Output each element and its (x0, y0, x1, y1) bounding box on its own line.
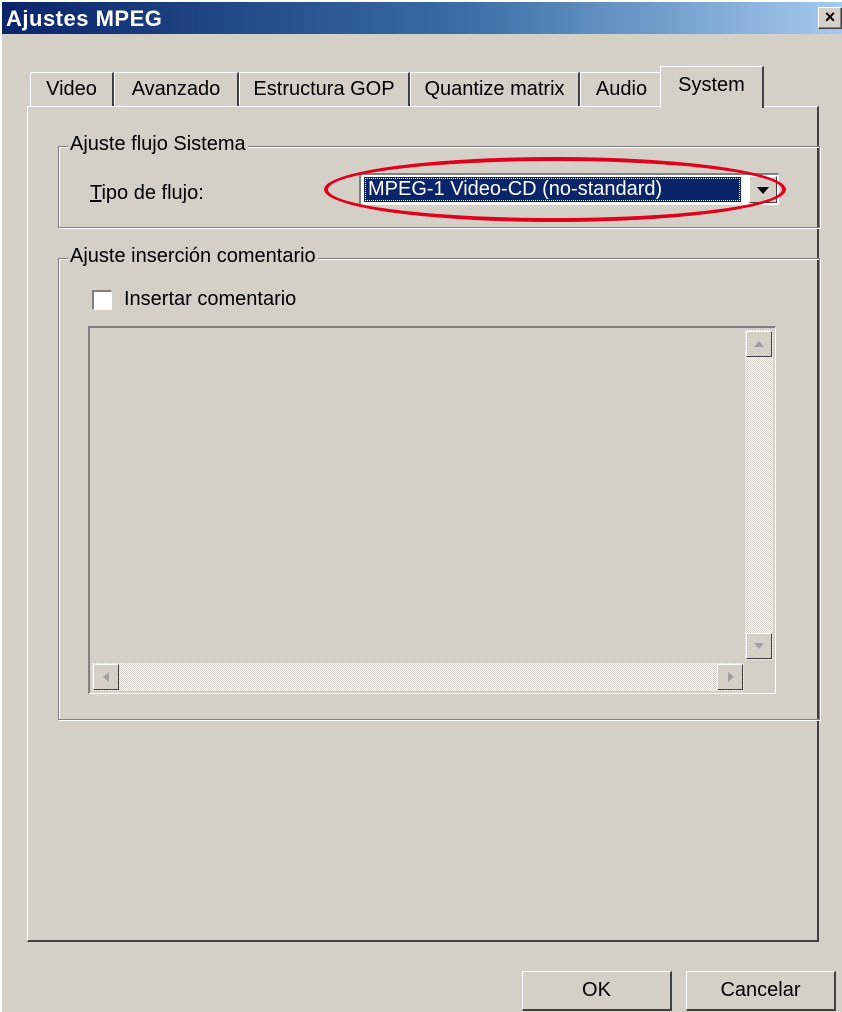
ok-button-label: OK (582, 979, 611, 1001)
comment-textarea[interactable] (88, 326, 776, 694)
close-icon: × (824, 7, 836, 27)
tab-label: Quantize matrix (424, 78, 565, 100)
mpeg-settings-dialog: Ajustes MPEG × Video Avanzado Estructura… (0, 0, 842, 1012)
stream-type-select[interactable]: MPEG-1 Video-CD (no-standard) (359, 173, 779, 205)
stream-type-label-text: ipo de flujo: (101, 182, 204, 204)
tab-video[interactable]: Video (30, 72, 114, 106)
tab-audio[interactable]: Audio (580, 72, 664, 106)
close-button[interactable]: × (818, 7, 842, 29)
tab-system[interactable]: System (660, 66, 764, 108)
tab-label: System (678, 74, 745, 96)
cancel-button[interactable]: Cancelar (686, 971, 836, 1011)
scroll-left-button[interactable] (93, 664, 119, 690)
group-label-comment-insertion: Ajuste inserción comentario (68, 245, 318, 268)
tab-label: Avanzado (131, 78, 221, 100)
scroll-down-button[interactable] (746, 633, 772, 659)
window-title: Ajustes MPEG (6, 6, 163, 31)
insert-comment-label[interactable]: Insertar comentario (124, 288, 296, 311)
insert-comment-checkbox[interactable] (92, 290, 112, 310)
tab-avanzado[interactable]: Avanzado (114, 72, 239, 106)
tab-quantize-matrix[interactable]: Quantize matrix (410, 72, 580, 106)
arrow-up-icon (754, 341, 764, 347)
arrow-down-icon (754, 643, 764, 649)
active-tab-joint (661, 105, 761, 109)
stream-type-dropdown-button[interactable] (749, 176, 777, 203)
scrollbar-corner (745, 663, 773, 691)
scroll-right-button[interactable] (717, 664, 743, 690)
arrow-right-icon (728, 672, 734, 682)
stream-type-selected-value: MPEG-1 Video-CD (no-standard) (364, 177, 741, 202)
stream-type-accelerator: T (90, 182, 102, 204)
title-bar[interactable]: Ajustes MPEG × (2, 2, 842, 34)
group-label-system-stream: Ajuste flujo Sistema (68, 133, 248, 156)
tab-estructura-gop[interactable]: Estructura GOP (239, 72, 410, 106)
vertical-scrollbar[interactable] (745, 330, 773, 660)
ok-button[interactable]: OK (522, 971, 672, 1011)
cancel-button-label: Cancelar (720, 979, 801, 1001)
stream-type-label: Tipo de flujo: (90, 182, 204, 205)
tab-label: Audio (595, 78, 648, 100)
tab-label: Video (46, 78, 97, 100)
horizontal-scrollbar[interactable] (92, 663, 744, 691)
tab-label: Estructura GOP (253, 78, 395, 100)
arrow-left-icon (103, 672, 109, 682)
chevron-down-icon (757, 187, 769, 194)
scroll-up-button[interactable] (746, 331, 772, 357)
